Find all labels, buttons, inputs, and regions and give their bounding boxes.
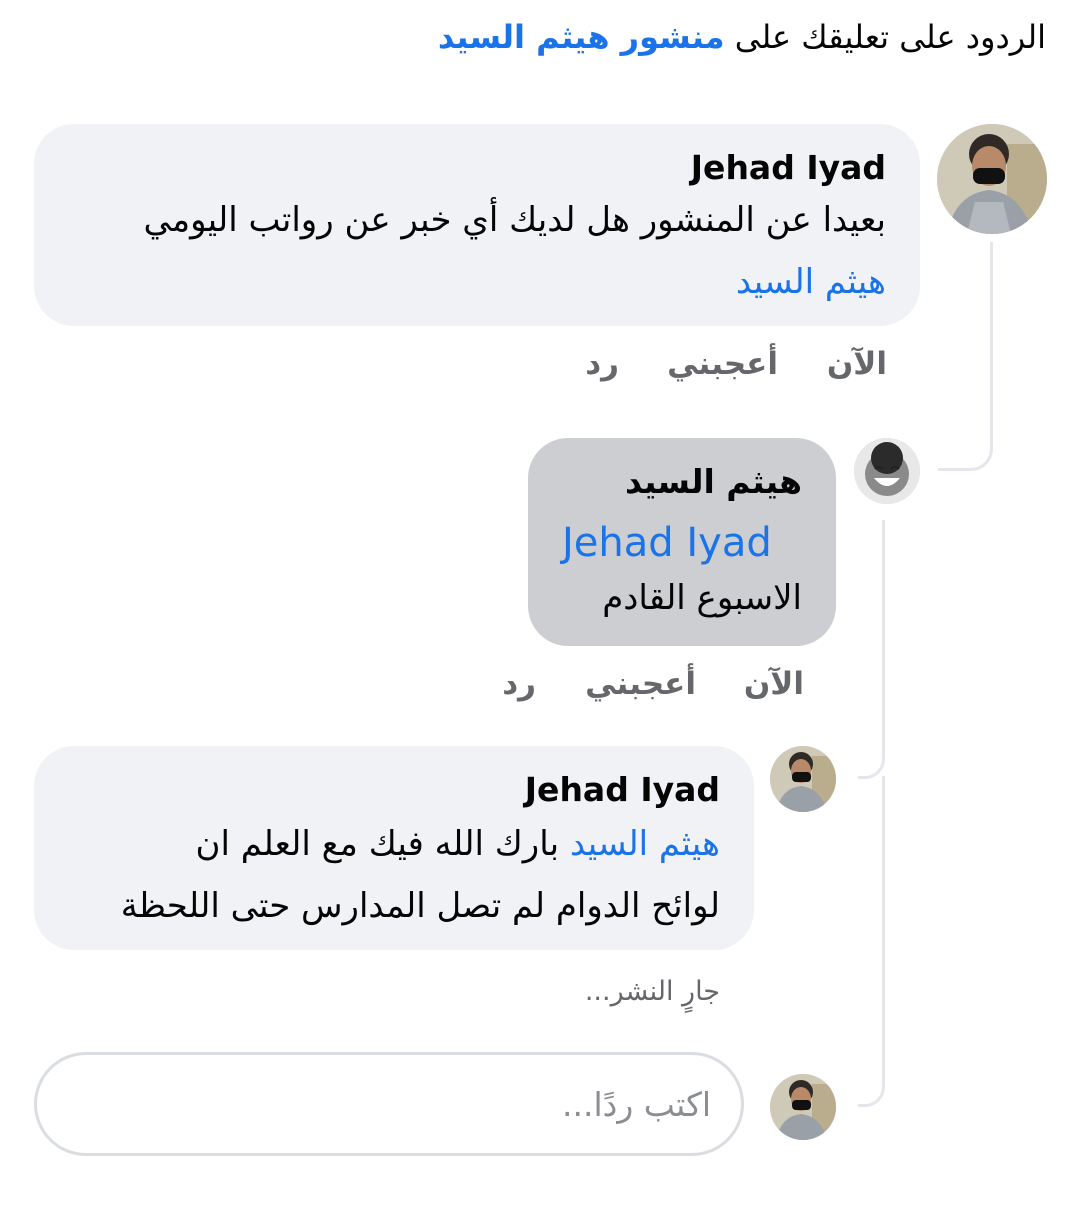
header-prefix: الردود على تعليقك على xyxy=(724,18,1046,56)
thread-line-input xyxy=(858,776,885,1107)
mention-link[interactable]: هيثم السيد xyxy=(736,262,886,302)
reply-author[interactable]: هيثم السيد xyxy=(625,462,802,501)
reply-bubble-1[interactable]: هيثم السيد Jehad Iyad الاسبوع القادم xyxy=(528,438,836,646)
mention-link[interactable]: Jehad Iyad xyxy=(562,520,772,566)
reply-button[interactable]: رد xyxy=(585,346,619,382)
reply-text: بارك الله فيك مع العلم ان xyxy=(195,824,570,864)
reply-bubble-2[interactable]: Jehad Iyad هيثم السيد بارك الله فيك مع ا… xyxy=(34,746,754,950)
mention-link[interactable]: هيثم السيد xyxy=(570,824,720,864)
reply-button[interactable]: رد xyxy=(502,666,536,702)
thread-line-replies xyxy=(858,520,885,779)
avatar-photo xyxy=(937,124,1047,234)
comment-bubble-1[interactable]: Jehad Iyad بعيدا عن المنشور هل لديك أي خ… xyxy=(34,124,920,326)
reply-input[interactable] xyxy=(37,1055,741,1153)
post-link[interactable]: منشور هيثم السيد xyxy=(438,18,725,56)
reply-text: الاسبوع القادم xyxy=(602,578,802,618)
like-button[interactable]: أعجبني xyxy=(585,666,696,702)
reply-input-container[interactable] xyxy=(34,1052,744,1156)
like-button[interactable]: أعجبني xyxy=(667,346,778,382)
avatar-jehad-iyad[interactable] xyxy=(770,746,836,812)
reply-time[interactable]: الآن xyxy=(744,666,804,702)
avatar-current-user xyxy=(770,1074,836,1140)
avatar-haitham-elsayed[interactable] xyxy=(854,438,920,504)
reply-text-line-2: لوائح الدوام لم تصل المدارس حتى اللحظة xyxy=(120,886,720,926)
replies-header: الردود على تعليقك على منشور هيثم السيد xyxy=(438,18,1046,56)
comment-time[interactable]: الآن xyxy=(827,346,887,382)
avatar-photo xyxy=(770,746,836,812)
avatar-photo xyxy=(770,1074,836,1140)
thread-line-main xyxy=(938,242,993,471)
reply-author[interactable]: Jehad Iyad xyxy=(525,770,720,809)
posting-status: جارٍ النشر... xyxy=(584,976,720,1007)
comment-author[interactable]: Jehad Iyad xyxy=(691,148,886,187)
avatar-photo xyxy=(854,438,920,504)
reply-text-line-1: هيثم السيد بارك الله فيك مع العلم ان xyxy=(195,824,720,864)
comment-text: بعيدا عن المنشور هل لديك أي خبر عن رواتب… xyxy=(143,200,886,240)
avatar-jehad-iyad[interactable] xyxy=(937,124,1047,234)
